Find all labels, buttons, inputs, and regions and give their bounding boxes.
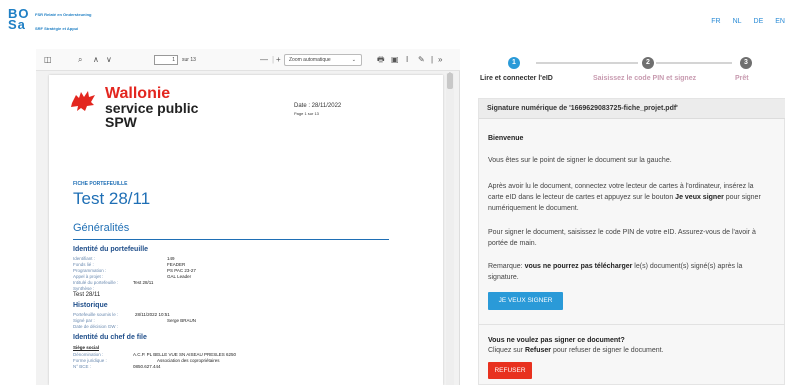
logo-line-wallonie: Wallonie	[105, 85, 171, 102]
row-label: Appel à projet :	[73, 274, 104, 279]
row-value: Association des copropriétaires	[157, 358, 220, 363]
zoom-select[interactable]: Zoom automatique ⌄	[284, 54, 362, 66]
bosa-logo[interactable]: BO Sa FSR Relaté en Ondersteuning SRF St…	[8, 7, 138, 38]
row-value: 28/11/2022 10:51	[135, 312, 170, 317]
page-count: sur 13	[182, 57, 196, 63]
row-label: Portefeuille soumis le :	[73, 312, 119, 317]
row-label: Programmation :	[73, 268, 107, 273]
previous-page-icon[interactable]: ∧	[93, 55, 99, 65]
refuse-button[interactable]: REFUSER	[488, 362, 532, 379]
rooster-icon	[71, 91, 95, 111]
refuse-part-1: Cliquez sur	[488, 347, 525, 354]
logo-mark: BO Sa	[8, 7, 30, 31]
lang-en[interactable]: EN	[775, 18, 785, 25]
row-value: GAL Leader	[167, 274, 192, 279]
step-2-label: Saisissez le code PIN et signez	[593, 75, 697, 82]
section-generalites: Généralités	[73, 222, 130, 234]
row-value: PS PAC 23-27	[167, 268, 196, 273]
toolbar-separator-2: |	[431, 55, 434, 64]
fiche-label: FICHE PORTEFEUILLE	[73, 181, 128, 187]
step-1-circle: 1	[508, 57, 520, 69]
save-icon[interactable]: ▣	[391, 55, 399, 65]
more-tools-icon[interactable]: »	[438, 55, 442, 65]
document-date: Date : 28/11/2022	[294, 103, 342, 109]
row-label: N° BCE :	[73, 364, 92, 369]
sidebar-toggle-icon[interactable]: ◫	[44, 55, 52, 65]
pdf-viewer: ◫ ⌕ ∧ ∨ 1 sur 13 — | + Zoom automatique …	[36, 49, 460, 385]
page-number-input[interactable]: 1	[154, 55, 178, 65]
step-connector	[536, 62, 638, 64]
print-icon[interactable]: 🖶	[377, 55, 385, 65]
step-1-label: Lire et connecter l'eID	[480, 75, 553, 82]
card-divider	[479, 324, 785, 325]
row-label: Fonds lié :	[73, 262, 94, 267]
row-value: Test 28/11	[133, 280, 154, 285]
refuse-bold: Refuser	[524, 347, 552, 354]
signature-card: Signature numérique de '1669629083725-fi…	[478, 98, 785, 385]
logo-line-service: service public	[105, 100, 199, 116]
remark-part-1: Remarque:	[488, 263, 525, 270]
section-divider	[73, 239, 389, 240]
chef-de-file-heading: Identité du chef de file	[73, 334, 147, 341]
pdf-page: Wallonie service public SPW Date : 28/11…	[49, 75, 443, 385]
logo-line-spw: SPW	[105, 114, 137, 130]
next-page-icon[interactable]: ∨	[106, 55, 112, 65]
step-3-label: Prêt	[735, 75, 749, 82]
siege-social-label: Siège social	[73, 345, 100, 350]
pin-text: Pour signer le document, saisissez le co…	[488, 229, 756, 247]
instructions-text: Après avoir lu le document, connectez vo…	[488, 181, 768, 214]
step-indicator: 1 Lire et connecter l'eID 2 Saisissez le…	[476, 52, 785, 92]
step-connector	[656, 62, 732, 64]
logo-subtitle-nl: FSR Relaté en Ondersteuning	[35, 12, 92, 17]
toolbar-separator: |	[272, 55, 275, 64]
row-label: Signé par :	[73, 318, 95, 323]
row-value: A.C.P. PL BELLE VUE SN AISEAU PRESLES 62…	[133, 352, 237, 357]
signing-page: BO Sa FSR Relaté en Ondersteuning SRF St…	[0, 0, 785, 385]
lang-de[interactable]: DE	[754, 18, 764, 25]
row-value: Serge BRAUN	[167, 318, 197, 323]
language-switcher: FR NL DE EN	[711, 18, 785, 25]
pdf-toolbar: ◫ ⌕ ∧ ∨ 1 sur 13 — | + Zoom automatique …	[36, 49, 460, 71]
remark-text: Remarque: vous ne pourrez pas télécharge…	[488, 261, 768, 283]
row-value: FEADER	[167, 262, 186, 267]
sign-button[interactable]: JE VEUX SIGNER	[488, 292, 563, 310]
pdf-scroll-thumb[interactable]	[447, 73, 453, 89]
instructions-bold: Je veux signer	[675, 194, 724, 201]
zoom-in-button[interactable]: +	[276, 55, 281, 65]
logo-subtitle-fr: SRF Stratégie et Appui	[35, 26, 79, 31]
row-value: 0850.627.444	[133, 364, 161, 369]
step-2-circle: 2	[642, 57, 654, 69]
zoom-out-button[interactable]: —	[260, 55, 268, 65]
intro-text: Vous êtes sur le point de signer le docu…	[488, 157, 672, 164]
text-cursor-icon[interactable]: Ι	[406, 55, 408, 65]
welcome-heading: Bienvenue	[488, 135, 524, 142]
row-label: Date de décision GW :	[73, 324, 119, 329]
lang-nl[interactable]: NL	[733, 18, 742, 25]
pdf-scrollbar[interactable]	[446, 73, 454, 385]
row-label: Intitulé du portefeuille :	[73, 280, 119, 285]
chevron-down-icon: ⌄	[351, 57, 356, 63]
refuse-instructions: Cliquez sur Refuser pour refuser de sign…	[488, 345, 768, 356]
document-page-indicator: Page 1 sur 13	[294, 111, 319, 116]
historique-heading: Historique	[73, 302, 108, 309]
spw-logo-text: Wallonie service public SPW	[105, 85, 199, 130]
step-3-circle: 3	[740, 57, 752, 69]
signature-heading: Signature numérique de '1669629083725-fi…	[479, 99, 785, 119]
row-label: Identifiant :	[73, 256, 96, 261]
identite-portefeuille-heading: Identité du portefeuille	[73, 246, 149, 253]
remark-bold: vous ne pourrez pas télécharger	[524, 263, 633, 270]
synthese-value: Test 28/11	[73, 292, 101, 298]
row-value: 149	[167, 256, 175, 261]
document-title: Test 28/11	[73, 189, 151, 208]
zoom-value: Zoom automatique	[289, 57, 331, 63]
annotate-icon[interactable]: ✎	[418, 55, 425, 65]
lang-fr[interactable]: FR	[711, 18, 720, 25]
row-label: Synthèse :	[73, 286, 95, 291]
refuse-part-2: pour refuser de signer le document.	[551, 347, 664, 354]
row-label: Dénomination :	[73, 352, 104, 357]
row-label: Forme juridique :	[73, 358, 107, 363]
search-icon[interactable]: ⌕	[78, 55, 82, 65]
